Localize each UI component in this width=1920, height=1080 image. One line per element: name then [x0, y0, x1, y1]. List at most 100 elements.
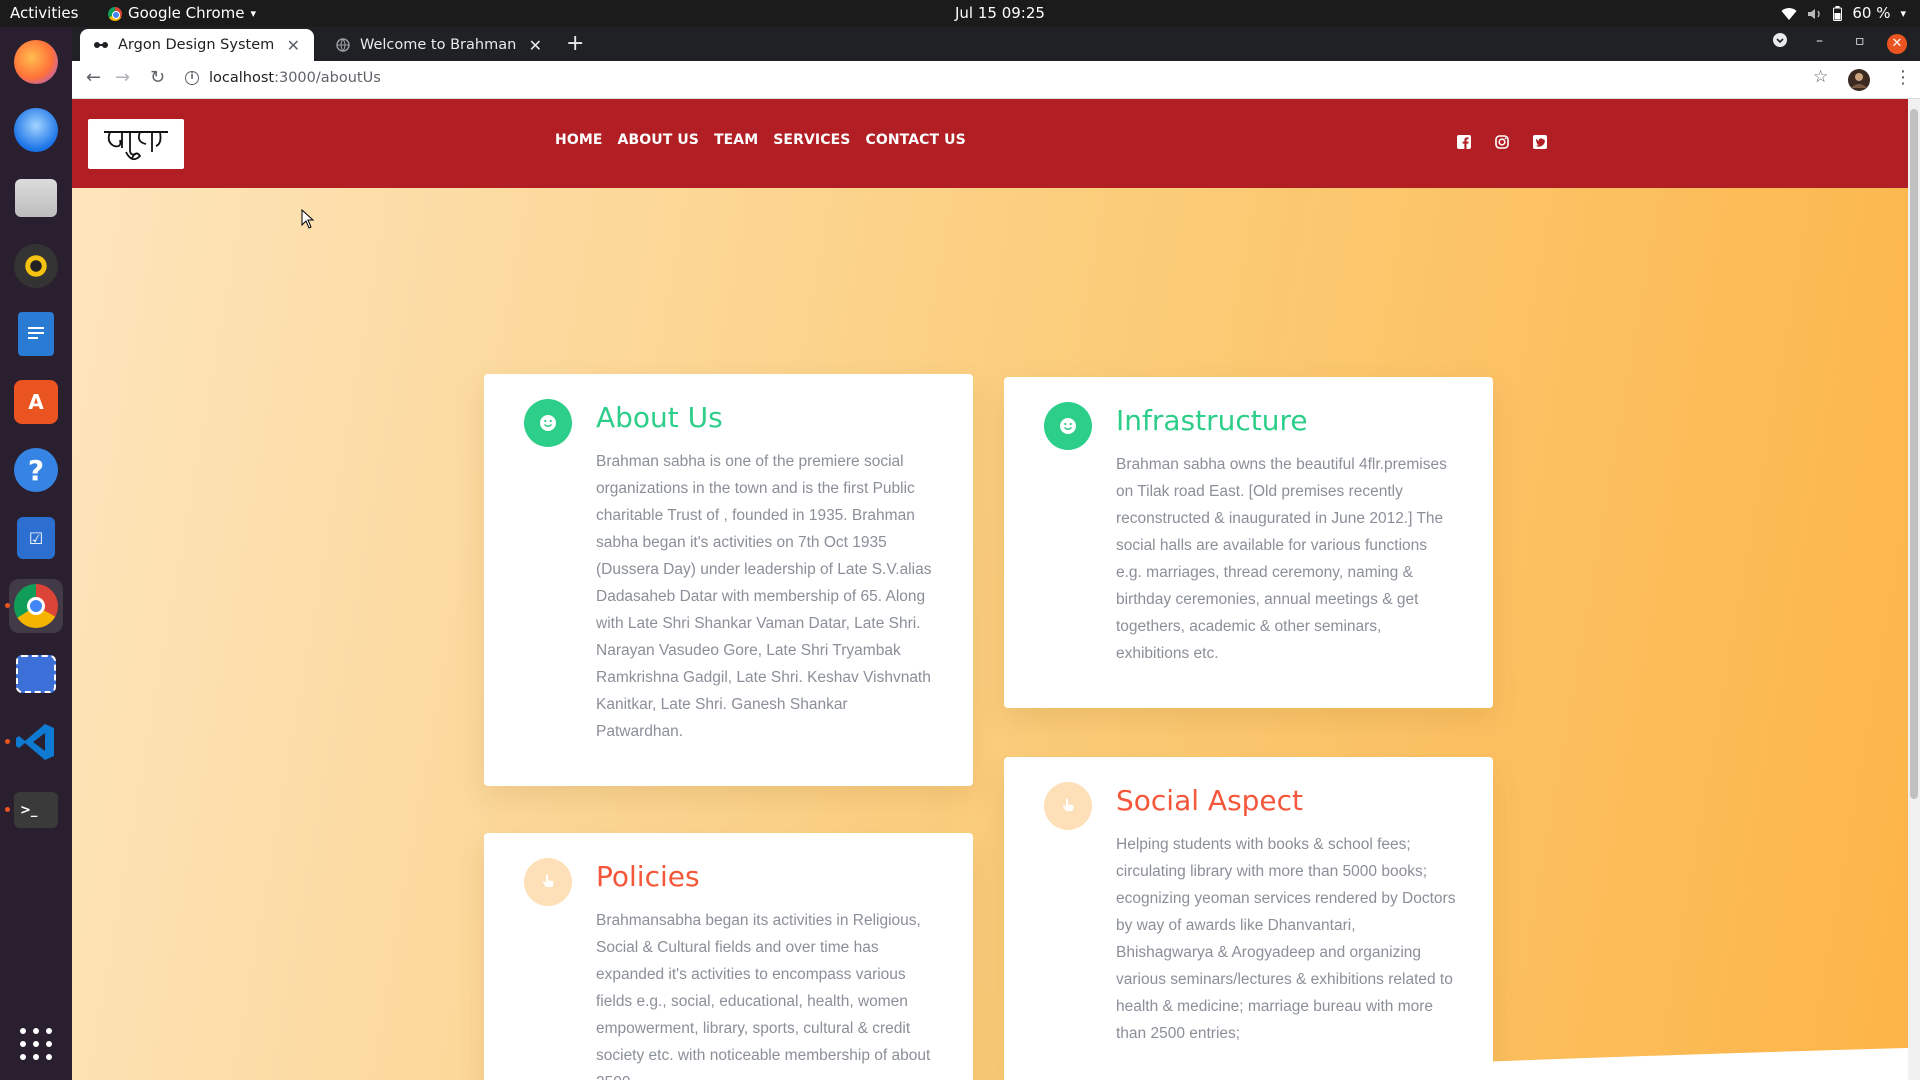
- dock-tasks[interactable]: ☑: [9, 511, 63, 565]
- infrastructure-text: Brahman sabha owns the beautiful 4flr.pr…: [1116, 456, 1447, 662]
- facebook-icon[interactable]: [1456, 134, 1472, 150]
- site-nav-links: HOME ABOUT US TEAM SERVICES CONTACT US: [555, 132, 966, 148]
- nav-contact-us[interactable]: CONTACT US: [865, 132, 965, 148]
- back-icon[interactable]: ←: [86, 67, 101, 88]
- forward-icon[interactable]: →: [115, 67, 130, 88]
- dock-chrome[interactable]: [5, 579, 63, 633]
- activities-button[interactable]: Activities: [10, 0, 78, 27]
- mouse-cursor-icon: [301, 209, 315, 229]
- dock-rhythmbox[interactable]: [9, 239, 63, 293]
- tab-brahman-sabha[interactable]: Welcome to Brahman Sab ✕: [322, 29, 556, 61]
- site-info-icon[interactable]: i: [185, 71, 199, 85]
- firefox-icon: [14, 40, 58, 84]
- vscode-icon: [16, 724, 54, 760]
- rhythmbox-icon: [14, 244, 58, 288]
- policies-title: Policies: [596, 860, 700, 893]
- site-navbar: HOME ABOUT US TEAM SERVICES CONTACT US: [72, 99, 1908, 188]
- dock-help[interactable]: ?: [9, 443, 63, 497]
- maximize-icon[interactable]: ▫: [1855, 33, 1865, 49]
- nav-team[interactable]: TEAM: [714, 132, 758, 148]
- profile-avatar[interactable]: [1848, 69, 1870, 96]
- dock-files[interactable]: [9, 171, 63, 225]
- battery-icon: [1833, 6, 1843, 21]
- globe-icon: [336, 38, 350, 52]
- nav-about-us[interactable]: ABOUT US: [618, 132, 699, 148]
- running-indicator: [5, 603, 10, 608]
- chevron-down-icon: ▾: [250, 7, 257, 20]
- show-applications-icon[interactable]: [20, 1028, 52, 1060]
- site-logo[interactable]: [88, 119, 184, 169]
- help-icon: ?: [14, 448, 58, 492]
- scrollbar-thumb[interactable]: [1910, 109, 1918, 799]
- logo-image: [104, 131, 168, 161]
- about-us-card: About Us Brahman sabha is one of the pre…: [484, 374, 973, 786]
- dock: A ? ☑ >_: [0, 27, 72, 1080]
- url-path: :3000/aboutUs: [274, 70, 381, 86]
- software-center-icon: A: [14, 380, 58, 424]
- hand-pointer-icon: [524, 858, 572, 906]
- thunderbird-icon: [14, 108, 58, 152]
- chrome-icon: [108, 6, 122, 21]
- nav-home[interactable]: HOME: [555, 132, 603, 148]
- app-menu-label: Google Chrome: [128, 4, 245, 22]
- section-divider: [1052, 1048, 1908, 1080]
- new-tab-button[interactable]: +: [566, 31, 584, 56]
- page-scrollbar[interactable]: [1908, 99, 1920, 1080]
- browser-window: Argon Design System Rea ✕ Welcome to Bra…: [72, 27, 1920, 1080]
- close-window-icon[interactable]: ✕: [1887, 34, 1907, 54]
- clock[interactable]: Jul 15 09:25: [955, 0, 1045, 27]
- running-indicator: [5, 807, 10, 812]
- argon-favicon-icon: [94, 38, 108, 52]
- instagram-icon[interactable]: [1494, 134, 1510, 150]
- browser-toolbar: ← → ↻ i localhost:3000/aboutUs ☆ ⋮: [72, 61, 1920, 99]
- dock-vscode[interactable]: [5, 715, 63, 769]
- tab-title: Welcome to Brahman Sab: [360, 37, 519, 53]
- app-menu-button[interactable]: Google Chrome ▾: [108, 0, 256, 27]
- dock-thunderbird[interactable]: [9, 103, 63, 157]
- system-status-menu[interactable]: 60 % ▾: [1781, 0, 1906, 27]
- infrastructure-title: Infrastructure: [1116, 404, 1308, 437]
- tab-argon[interactable]: Argon Design System Rea ✕: [80, 29, 314, 61]
- tab-search-icon[interactable]: [1772, 32, 1788, 52]
- bookmark-star-icon[interactable]: ☆: [1813, 67, 1828, 87]
- volume-icon: [1808, 8, 1821, 19]
- social-aspect-title: Social Aspect: [1116, 784, 1304, 817]
- about-us-title: About Us: [596, 401, 723, 434]
- tab-strip: Argon Design System Rea ✕ Welcome to Bra…: [72, 27, 1920, 61]
- screenshot-icon: [16, 655, 56, 693]
- hand-pointer-icon: [1044, 782, 1092, 830]
- close-tab-icon[interactable]: ✕: [287, 36, 300, 55]
- minimize-icon[interactable]: –: [1816, 33, 1823, 49]
- page-viewport: HOME ABOUT US TEAM SERVICES CONTACT US A…: [72, 99, 1908, 1080]
- tasks-icon: ☑: [17, 517, 55, 559]
- battery-percentage: 60 %: [1852, 4, 1891, 22]
- about-us-text: Brahman sabha is one of the premiere soc…: [596, 453, 932, 740]
- reload-icon[interactable]: ↻: [150, 67, 165, 88]
- twitter-icon[interactable]: [1532, 134, 1548, 150]
- url-host: localhost: [209, 70, 275, 86]
- dock-firefox[interactable]: [9, 35, 63, 89]
- dock-screenshot[interactable]: [9, 647, 63, 701]
- chevron-down-icon: ▾: [1900, 7, 1906, 20]
- system-top-bar: Activities Google Chrome ▾ Jul 15 09:25 …: [0, 0, 1920, 27]
- dock-terminal[interactable]: >_: [5, 783, 63, 837]
- chrome-icon: [14, 584, 58, 628]
- address-bar[interactable]: i localhost:3000/aboutUs: [185, 70, 381, 86]
- files-icon: [15, 179, 57, 217]
- social-aspect-card: Social Aspect Helping students with book…: [1004, 757, 1493, 1080]
- social-aspect-text: Helping students with books & school fee…: [1116, 836, 1456, 1042]
- smile-icon: [1044, 402, 1092, 450]
- close-tab-icon[interactable]: ✕: [529, 36, 542, 55]
- smile-icon: [524, 399, 572, 447]
- infrastructure-card: Infrastructure Brahman sabha owns the be…: [1004, 377, 1493, 708]
- terminal-icon: >_: [14, 792, 58, 828]
- running-indicator: [5, 739, 10, 744]
- dock-software[interactable]: A: [9, 375, 63, 429]
- more-menu-icon[interactable]: ⋮: [1894, 67, 1912, 88]
- wifi-icon: [1781, 7, 1797, 20]
- tab-title: Argon Design System Rea: [118, 37, 277, 53]
- writer-icon: [18, 312, 54, 356]
- social-links: [1456, 134, 1548, 150]
- nav-services[interactable]: SERVICES: [773, 132, 850, 148]
- dock-writer[interactable]: [9, 307, 63, 361]
